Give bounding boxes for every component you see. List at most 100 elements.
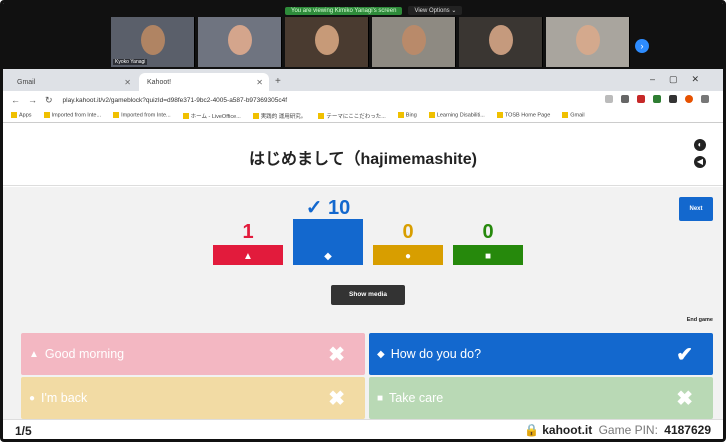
answer-text: How do you do?: [390, 347, 482, 361]
bookmark-item[interactable]: Imported from Inte...: [113, 112, 171, 119]
sound-icon[interactable]: ◐: [694, 139, 706, 151]
check-icon: ✔: [676, 344, 693, 366]
answer-text: Take care: [389, 391, 444, 405]
result-bar: 0 ●: [373, 187, 443, 265]
participant-face: [315, 25, 339, 55]
reload-icon[interactable]: ↻: [45, 95, 53, 106]
result-bar: 0 ■: [453, 187, 523, 265]
result-shape-icon: ◆: [293, 249, 363, 265]
avatar[interactable]: [685, 95, 693, 103]
star-icon[interactable]: [605, 95, 613, 103]
result-bar: ✓ 10 ◆: [293, 187, 363, 265]
extension-icon[interactable]: [637, 95, 645, 103]
bookmark-item[interactable]: Learning Disabiliti...: [428, 112, 485, 119]
bookmark-item[interactable]: TOSB Home Page: [496, 112, 551, 119]
answer-text: I'm back: [41, 391, 88, 405]
result-bar: 1 ▲: [213, 187, 283, 265]
question-progress: 1/5: [15, 424, 32, 438]
menu-icon[interactable]: [701, 95, 709, 103]
participant-face: [402, 25, 426, 55]
bookmark-icon: [428, 112, 435, 119]
participant-video[interactable]: [198, 17, 282, 67]
game-footer: 1/5 🔒 kahoot.it Game PIN: 4187629: [3, 419, 723, 439]
answer-shape-icon: ◆: [377, 348, 385, 360]
bookmark-icon: [562, 112, 569, 119]
extension-icon[interactable]: [621, 95, 629, 103]
extension-icons: [605, 95, 709, 103]
participant-video[interactable]: [285, 17, 369, 67]
url-input[interactable]: play.kahoot.it/v2/gameblock?quizId=d98fe…: [63, 97, 287, 104]
tab-gmail[interactable]: Gmail ✕: [9, 73, 137, 91]
bookmark-label: Gmail: [570, 112, 585, 119]
bookmark-item[interactable]: Gmail: [562, 112, 585, 119]
result-shape-icon: ▲: [213, 249, 283, 265]
bookmark-icon: [11, 112, 17, 119]
fullscreen-icon[interactable]: ◀: [694, 156, 706, 168]
bookmark-label: TOSB Home Page: [504, 112, 551, 119]
answer-text: Good morning: [44, 347, 125, 361]
tab-label: Kahoot!: [147, 78, 172, 86]
bookmark-label: Imported from Inte...: [121, 112, 171, 119]
show-media-button[interactable]: Show media: [331, 285, 405, 305]
close-tab-icon[interactable]: ✕: [256, 78, 263, 87]
result-count: 0: [482, 221, 494, 243]
bookmarks-bar: Apps Imported from Inte... Imported from I…: [3, 109, 723, 123]
participant-face: [141, 25, 165, 55]
cross-icon: ✖: [676, 388, 693, 410]
bookmark-icon: [397, 112, 404, 119]
bookmark-icon: [318, 113, 325, 120]
result-shape-icon: ●: [373, 249, 443, 265]
share-status: You are viewing Kimiko Yanagi's screen: [285, 6, 403, 15]
answer-grid: ▲ Good morning ✖ ◆ How do you do? ✔ ● I'm back ✖…: [3, 329, 723, 419]
extension-icon[interactable]: [669, 95, 677, 103]
answer-shape-icon: ■: [377, 392, 384, 404]
back-icon[interactable]: ←: [11, 95, 20, 105]
answer-option[interactable]: ▲ Good morning ✖: [21, 333, 365, 375]
screenshot-frame: You are viewing Kimiko Yanagi's screen V…: [0, 0, 726, 442]
forward-icon[interactable]: →: [28, 95, 37, 105]
participant-video[interactable]: Kyoko Yanagi: [111, 17, 195, 67]
new-tab-icon[interactable]: +: [275, 76, 281, 87]
result-count: 0: [402, 221, 414, 243]
bookmark-label: Learning Disabiliti...: [436, 112, 485, 119]
view-options-button[interactable]: View Options ⌄: [408, 6, 463, 15]
answer-option[interactable]: ◆ How do you do? ✔: [369, 333, 713, 375]
answer-option[interactable]: ● I'm back ✖: [21, 377, 365, 419]
participant-video[interactable]: [459, 17, 543, 67]
close-tab-icon[interactable]: ✕: [124, 78, 131, 87]
bookmark-icon: [252, 113, 259, 120]
tab-label: Gmail: [17, 78, 36, 86]
participant-name: Kyoko Yanagi: [113, 59, 148, 65]
bookmark-item[interactable]: ホーム - LiveOffice...: [182, 112, 241, 120]
bookmark-label: ホーム - LiveOffice...: [190, 113, 241, 120]
result-bar-fill: [293, 219, 363, 249]
bookmark-item[interactable]: Imported from Inte...: [43, 112, 101, 119]
results-stage: Next Show media End game 1 ▲ ✓ 10 ◆ 0 ● 0 ■: [3, 187, 723, 329]
answer-shape-icon: ●: [29, 392, 36, 404]
game-pin: 🔒 kahoot.it Game PIN: 4187629: [524, 423, 711, 437]
end-game-button[interactable]: End game: [687, 317, 713, 323]
bookmark-item[interactable]: Apps: [11, 112, 32, 119]
participant-video[interactable]: [372, 17, 456, 67]
extension-icon[interactable]: [653, 95, 661, 103]
brand-link: kahoot.it: [542, 423, 593, 437]
answer-option[interactable]: ■ Take care ✖: [369, 377, 713, 419]
next-page-icon[interactable]: ›: [635, 39, 649, 53]
bookmark-icon: [496, 112, 503, 119]
pin-label: Game PIN:: [598, 423, 658, 437]
zoom-share-banner: You are viewing Kimiko Yanagi's screen V…: [285, 5, 463, 16]
bookmark-item[interactable]: テーマにここだわった...: [318, 112, 386, 120]
bookmark-item[interactable]: 実践的 運用研究。: [252, 112, 307, 120]
tab-kahoot[interactable]: Kahoot! ✕: [139, 73, 269, 91]
participant-face: [228, 25, 252, 55]
participant-face: [489, 25, 513, 55]
bookmark-label: 実践的 運用研究。: [260, 113, 307, 120]
participant-video[interactable]: [546, 17, 630, 67]
bookmark-icon: [113, 112, 120, 119]
bookmark-item[interactable]: Bing: [397, 112, 417, 119]
window-controls[interactable]: –▢✕: [650, 74, 713, 85]
next-button[interactable]: Next: [679, 197, 713, 221]
result-count: ✓ 10: [305, 197, 351, 219]
cross-icon: ✖: [328, 388, 345, 410]
answer-shape-icon: ▲: [29, 348, 39, 360]
